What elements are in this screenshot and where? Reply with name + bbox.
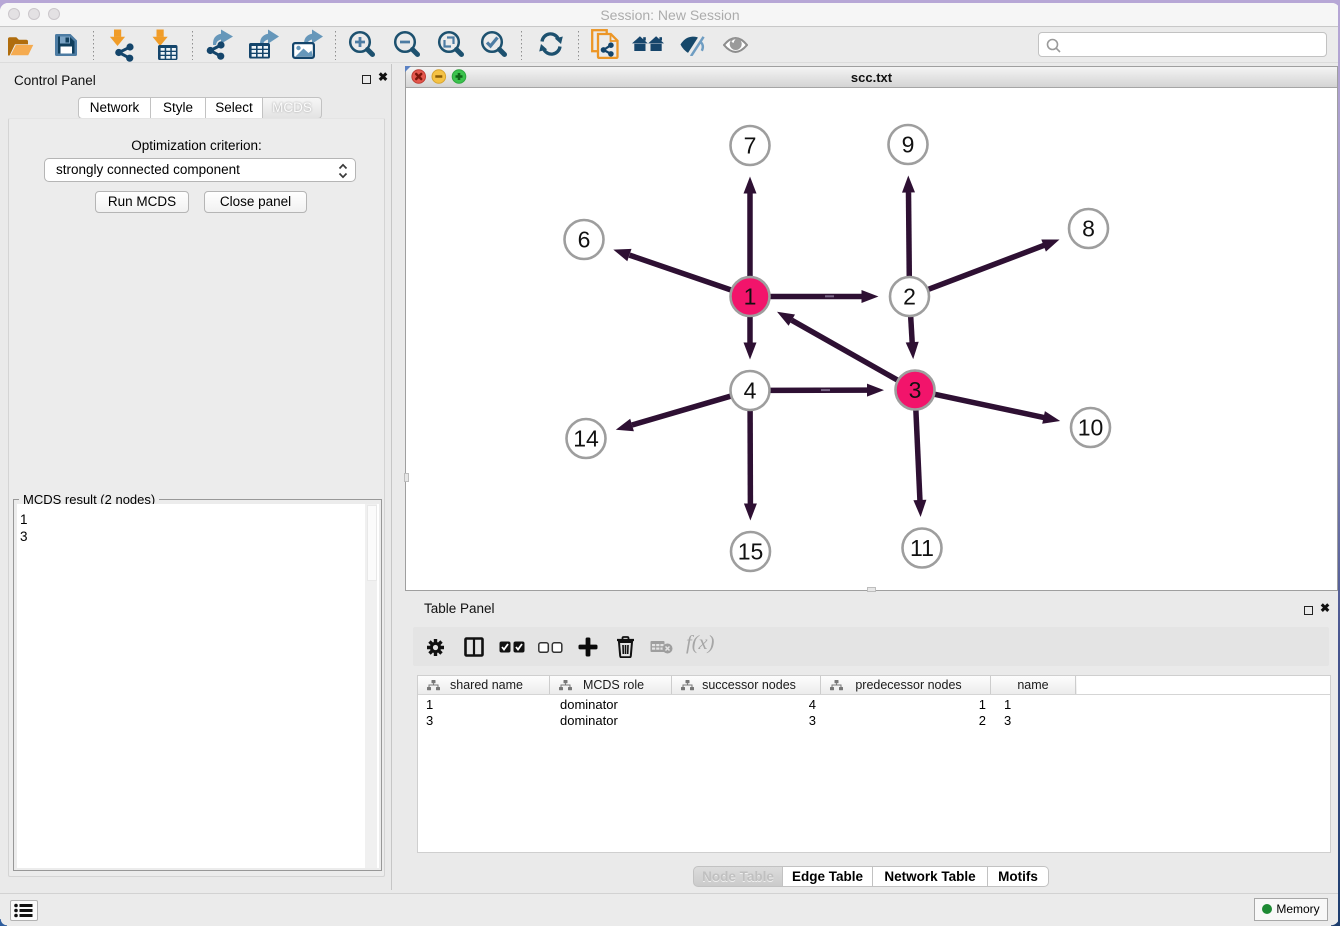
svg-text:9: 9	[902, 132, 915, 158]
svg-text:6: 6	[578, 227, 591, 253]
svg-text:3: 3	[909, 377, 922, 403]
svg-text:8: 8	[1082, 216, 1095, 242]
svg-text:14: 14	[573, 426, 599, 452]
svg-text:1: 1	[744, 284, 757, 310]
svg-text:7: 7	[744, 133, 757, 159]
svg-text:15: 15	[738, 539, 764, 565]
svg-text:11: 11	[910, 535, 934, 561]
svg-text:10: 10	[1078, 415, 1104, 441]
svg-text:2: 2	[903, 284, 916, 310]
svg-text:4: 4	[744, 378, 757, 404]
